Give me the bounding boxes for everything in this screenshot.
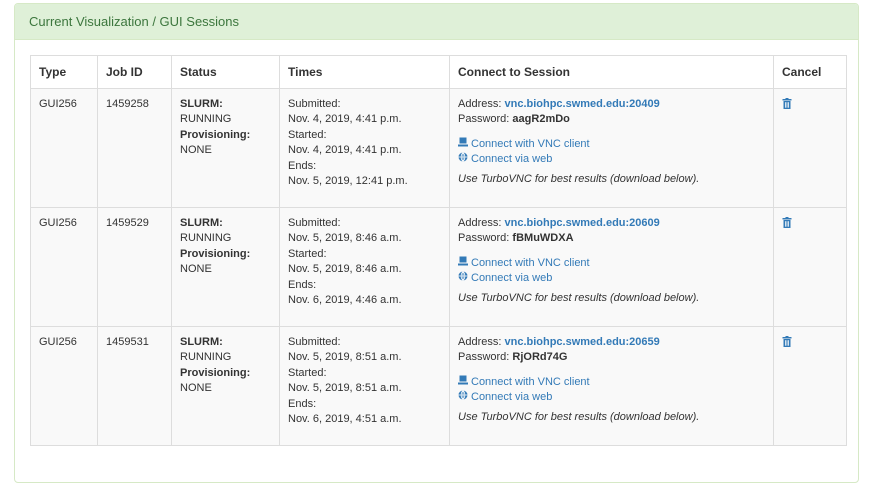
globe-icon bbox=[458, 390, 468, 405]
table-row: GUI256 1459258 SLURM: RUNNING Provisioni… bbox=[30, 88, 847, 208]
address-link[interactable]: vnc.biohpc.swmed.edu:20609 bbox=[504, 217, 659, 229]
cell-times: Submitted: Nov. 4, 2019, 4:41 p.m. Start… bbox=[279, 88, 450, 208]
provisioning-status: NONE bbox=[180, 382, 212, 395]
turbovnc-hint: Use TurboVNC for best results (download … bbox=[458, 291, 700, 304]
password-label: Password: bbox=[458, 351, 510, 364]
provisioning-status: NONE bbox=[180, 144, 212, 157]
ends-value: Nov. 6, 2019, 4:46 a.m. bbox=[288, 294, 402, 307]
cell-connect: Address: vnc.biohpc.swmed.edu:20409 Pass… bbox=[449, 88, 774, 208]
cell-connect: Address: vnc.biohpc.swmed.edu:20609 Pass… bbox=[449, 207, 774, 327]
cell-job-id: 1459529 bbox=[97, 207, 172, 327]
started-label: Started: bbox=[288, 128, 327, 141]
provisioning-label: Provisioning: bbox=[180, 128, 251, 141]
cell-status: SLURM: RUNNING Provisioning: NONE bbox=[171, 326, 280, 446]
trash-icon[interactable] bbox=[782, 98, 792, 114]
started-label: Started: bbox=[288, 366, 327, 379]
connect-web-link[interactable]: Connect via web bbox=[471, 152, 552, 167]
password-value: aagR2mDo bbox=[512, 113, 570, 126]
slurm-label: SLURM: bbox=[180, 336, 223, 348]
password-value: fBMuWDXA bbox=[512, 232, 574, 245]
started-value: Nov. 4, 2019, 4:41 p.m. bbox=[288, 144, 402, 157]
connect-vnc-link[interactable]: Connect with VNC client bbox=[471, 137, 590, 152]
address-label: Address: bbox=[458, 336, 502, 348]
table-row: GUI256 1459531 SLURM: RUNNING Provisioni… bbox=[30, 326, 847, 446]
submitted-label: Submitted: bbox=[288, 336, 341, 348]
connect-vnc-link[interactable]: Connect with VNC client bbox=[471, 375, 590, 390]
connect-web-link[interactable]: Connect via web bbox=[471, 390, 552, 405]
header-connect: Connect to Session bbox=[449, 55, 774, 89]
cell-cancel bbox=[773, 326, 847, 446]
provisioning-status: NONE bbox=[180, 263, 212, 276]
ends-label: Ends: bbox=[288, 278, 317, 291]
cell-job-id: 1459258 bbox=[97, 88, 172, 208]
submitted-value: Nov. 5, 2019, 8:51 a.m. bbox=[288, 351, 402, 364]
globe-icon bbox=[458, 152, 468, 167]
cell-status: SLURM: RUNNING Provisioning: NONE bbox=[171, 207, 280, 327]
address-link[interactable]: vnc.biohpc.swmed.edu:20409 bbox=[504, 98, 659, 110]
sessions-panel: Current Visualization / GUI Sessions Typ… bbox=[14, 3, 859, 483]
cell-connect: Address: vnc.biohpc.swmed.edu:20659 Pass… bbox=[449, 326, 774, 446]
ends-value: Nov. 6, 2019, 4:51 a.m. bbox=[288, 413, 402, 426]
trash-icon[interactable] bbox=[782, 336, 792, 352]
password-value: RjORd74G bbox=[512, 351, 568, 364]
cell-times: Submitted: Nov. 5, 2019, 8:46 a.m. Start… bbox=[279, 207, 450, 327]
slurm-status: RUNNING bbox=[180, 232, 232, 245]
slurm-label: SLURM: bbox=[180, 98, 223, 110]
started-value: Nov. 5, 2019, 8:51 a.m. bbox=[288, 382, 402, 395]
cell-status: SLURM: RUNNING Provisioning: NONE bbox=[171, 88, 280, 208]
connect-vnc-link[interactable]: Connect with VNC client bbox=[471, 256, 590, 271]
password-label: Password: bbox=[458, 113, 510, 126]
sessions-table: Type Job ID Status Times Connect to Sess… bbox=[30, 55, 847, 446]
turbovnc-hint: Use TurboVNC for best results (download … bbox=[458, 410, 700, 423]
panel-title: Current Visualization / GUI Sessions bbox=[15, 4, 858, 40]
table-row: GUI256 1459529 SLURM: RUNNING Provisioni… bbox=[30, 207, 847, 327]
laptop-icon bbox=[458, 137, 468, 152]
address-label: Address: bbox=[458, 217, 502, 229]
header-times: Times bbox=[279, 55, 450, 89]
ends-label: Ends: bbox=[288, 159, 317, 172]
cell-type: GUI256 bbox=[30, 326, 98, 446]
started-value: Nov. 5, 2019, 8:46 a.m. bbox=[288, 263, 402, 276]
trash-icon[interactable] bbox=[782, 217, 792, 233]
cell-type: GUI256 bbox=[30, 88, 98, 208]
header-cancel: Cancel bbox=[773, 55, 847, 89]
slurm-status: RUNNING bbox=[180, 351, 232, 364]
connect-web-link[interactable]: Connect via web bbox=[471, 271, 552, 286]
submitted-value: Nov. 4, 2019, 4:41 p.m. bbox=[288, 113, 402, 126]
ends-label: Ends: bbox=[288, 397, 317, 410]
provisioning-label: Provisioning: bbox=[180, 247, 251, 260]
laptop-icon bbox=[458, 375, 468, 390]
header-status: Status bbox=[171, 55, 280, 89]
submitted-value: Nov. 5, 2019, 8:46 a.m. bbox=[288, 232, 402, 245]
turbovnc-hint: Use TurboVNC for best results (download … bbox=[458, 172, 700, 185]
ends-value: Nov. 5, 2019, 12:41 p.m. bbox=[288, 175, 408, 188]
cell-job-id: 1459531 bbox=[97, 326, 172, 446]
cell-cancel bbox=[773, 207, 847, 327]
globe-icon bbox=[458, 271, 468, 286]
slurm-status: RUNNING bbox=[180, 113, 232, 126]
submitted-label: Submitted: bbox=[288, 98, 341, 110]
started-label: Started: bbox=[288, 247, 327, 260]
address-link[interactable]: vnc.biohpc.swmed.edu:20659 bbox=[504, 336, 659, 348]
cell-cancel bbox=[773, 88, 847, 208]
submitted-label: Submitted: bbox=[288, 217, 341, 229]
provisioning-label: Provisioning: bbox=[180, 366, 251, 379]
header-type: Type bbox=[30, 55, 98, 89]
laptop-icon bbox=[458, 256, 468, 271]
password-label: Password: bbox=[458, 232, 510, 245]
cell-type: GUI256 bbox=[30, 207, 98, 327]
cell-times: Submitted: Nov. 5, 2019, 8:51 a.m. Start… bbox=[279, 326, 450, 446]
address-label: Address: bbox=[458, 98, 502, 110]
table-header-row: Type Job ID Status Times Connect to Sess… bbox=[30, 55, 847, 89]
slurm-label: SLURM: bbox=[180, 217, 223, 229]
header-job-id: Job ID bbox=[97, 55, 172, 89]
